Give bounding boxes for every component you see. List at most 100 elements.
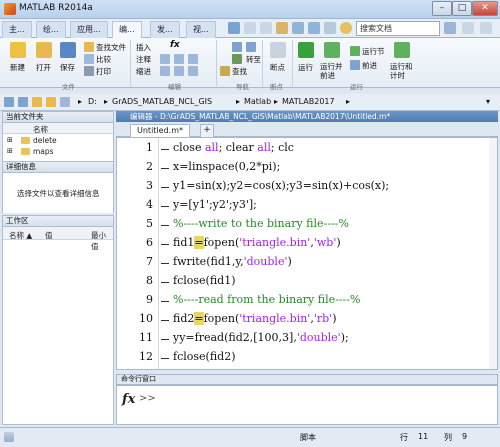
insert-button[interactable]: 插入 — [136, 42, 151, 53]
close-button[interactable]: ✕ — [472, 1, 498, 16]
switch-windows-icon[interactable] — [324, 22, 336, 34]
breakpoint-marker[interactable] — [161, 358, 169, 359]
run-advance-button[interactable]: 运行并 前进 — [320, 62, 343, 80]
save-icon[interactable] — [228, 22, 240, 34]
code-editor[interactable]: 1 close all; clear all; clc 2 x=linspace(0,… — [116, 137, 498, 370]
uncomment-icon[interactable] — [174, 54, 184, 64]
search-input[interactable]: 搜索文档 — [356, 21, 440, 36]
breakpoint-marker[interactable] — [161, 339, 169, 340]
column-value[interactable]: 值 — [45, 230, 53, 241]
filter-icon[interactable] — [462, 22, 474, 34]
cut-icon[interactable] — [244, 22, 256, 34]
tab-publish[interactable]: 发... — [150, 21, 180, 38]
breakpoint-marker[interactable] — [161, 263, 169, 264]
breakpoint-marker[interactable] — [161, 149, 169, 150]
open-button[interactable]: 打开 — [36, 62, 51, 73]
fx-button[interactable]: fx — [170, 40, 180, 50]
fx-icon[interactable]: fx — [122, 392, 135, 407]
back-icon[interactable] — [4, 97, 14, 107]
list-item[interactable]: delete — [33, 136, 57, 145]
breakpoint-marker[interactable] — [161, 320, 169, 321]
paste-icon[interactable] — [276, 22, 288, 34]
redo-icon[interactable] — [308, 22, 320, 34]
minimize-button[interactable]: – — [432, 1, 452, 16]
details-header[interactable]: 详细信息 — [2, 161, 114, 173]
code-line[interactable]: fwrite(fid1,y,'double') — [173, 255, 292, 268]
open-folder-icon[interactable] — [36, 42, 52, 58]
breadcrumb-drive[interactable]: D: — [88, 97, 97, 106]
forward-icon[interactable] — [18, 97, 28, 107]
save-button[interactable]: 保存 — [60, 62, 75, 73]
start-icon[interactable] — [4, 432, 14, 442]
code-line[interactable]: fid2=fopen('triangle.bin','rb') — [173, 312, 337, 325]
folder-icon[interactable] — [32, 97, 42, 107]
search-icon[interactable] — [444, 22, 456, 34]
run-button[interactable]: 运行 — [298, 62, 313, 73]
breakpoints-button[interactable]: 断点 — [270, 62, 285, 73]
up-folder-icon[interactable] — [60, 97, 70, 107]
expand-icon[interactable] — [480, 22, 492, 34]
history-dropdown-icon[interactable]: ▾ — [486, 97, 490, 106]
code-line[interactable]: x=linspace(0,2*pi); — [173, 160, 280, 173]
comment-icon[interactable] — [160, 54, 170, 64]
breadcrumb-matlab2017[interactable]: MATLAB2017 — [282, 97, 335, 106]
expand-icon[interactable]: ⊞ — [7, 147, 13, 155]
command-window[interactable]: fx >> — [116, 385, 498, 425]
breadcrumb-grads[interactable]: GrADS_MATLAB_NCL_GIS — [112, 97, 212, 106]
comment-button[interactable]: 注释 — [136, 54, 151, 65]
code-line[interactable]: fid1=fopen('triangle.bin','wb') — [173, 236, 341, 249]
forward-icon[interactable] — [246, 42, 256, 52]
column-min[interactable]: 最小值 — [91, 230, 113, 252]
goto-button[interactable]: 转至 — [246, 54, 261, 65]
breakpoint-marker[interactable] — [161, 168, 169, 169]
tab-editor[interactable]: 编... — [112, 21, 142, 38]
code-line[interactable]: y=[y1';y2';y3']; — [173, 198, 257, 211]
code-line[interactable]: %----read from the binary file----% — [173, 293, 360, 306]
breadcrumb-matlab[interactable]: Matlab — [244, 97, 271, 106]
list-item[interactable]: maps — [33, 147, 54, 156]
code-line[interactable]: fclose(fid2) — [173, 350, 236, 363]
find-file-button[interactable]: 查找文件 — [96, 42, 126, 53]
browse-folder-icon[interactable] — [46, 97, 56, 107]
run-and-time-button[interactable]: 运行和 计时 — [390, 62, 413, 80]
expand-icon[interactable]: ⊞ — [7, 136, 13, 144]
breakpoint-marker[interactable] — [161, 187, 169, 188]
compare-button[interactable]: 比较 — [96, 54, 111, 65]
add-tab-button[interactable]: + — [200, 124, 214, 137]
advance-button[interactable]: 前进 — [362, 60, 377, 71]
save-icon[interactable] — [60, 42, 76, 58]
tab-apps[interactable]: 应用... — [70, 21, 108, 38]
column-name[interactable]: 名称 — [33, 124, 48, 135]
new-icon[interactable] — [10, 42, 26, 58]
current-folder-header[interactable]: 当前文件夹 — [2, 111, 114, 123]
breakpoint-marker[interactable] — [161, 282, 169, 283]
command-window-header[interactable]: 命令行窗口 — [116, 374, 498, 385]
breakpoint-marker[interactable] — [161, 206, 169, 207]
undo-icon[interactable] — [292, 22, 304, 34]
run-advance-icon[interactable] — [324, 42, 340, 58]
code-line[interactable]: y1=sin(x);y2=cos(x);y3=sin(x)+cos(x); — [173, 179, 389, 192]
tab-plots[interactable]: 绘... — [36, 21, 66, 38]
wrap-icon[interactable] — [188, 54, 198, 64]
copy-icon[interactable] — [260, 22, 272, 34]
indent-button[interactable]: 缩进 — [136, 66, 151, 77]
editor-tab-untitled[interactable]: Untitled.m* — [130, 124, 190, 137]
code-line[interactable]: close all; clear all; clc — [173, 141, 294, 154]
run-and-time-icon[interactable] — [394, 42, 410, 58]
column-name[interactable]: 名称 ▲ — [9, 230, 32, 241]
back-icon[interactable] — [232, 42, 242, 52]
new-button[interactable]: 新建 — [10, 62, 25, 73]
increase-indent-icon[interactable] — [174, 66, 184, 76]
code-line[interactable]: %----write to the binary file----% — [173, 217, 349, 230]
breakpoint-marker[interactable] — [161, 225, 169, 226]
tab-view[interactable]: 视... — [186, 21, 216, 38]
decrease-indent-icon[interactable] — [188, 66, 198, 76]
breakpoints-icon[interactable] — [270, 42, 286, 58]
help-icon[interactable] — [340, 22, 352, 34]
tab-home[interactable]: 主... — [2, 21, 32, 38]
workspace-header[interactable]: 工作区 — [2, 215, 114, 227]
maximize-button[interactable]: □ — [452, 1, 472, 16]
find-button[interactable]: 查找 — [232, 66, 247, 77]
print-button[interactable]: 打印 — [96, 66, 111, 77]
smart-indent-icon[interactable] — [160, 66, 170, 76]
